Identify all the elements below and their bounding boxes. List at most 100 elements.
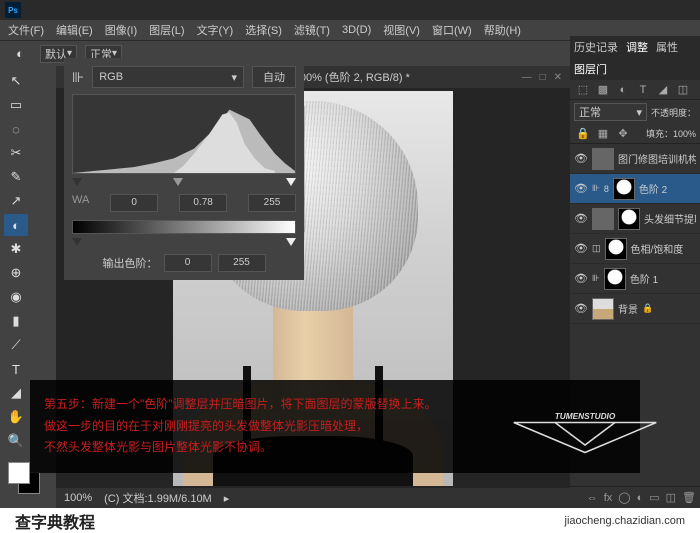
menu-type[interactable]: 文字(Y)	[197, 22, 234, 38]
lock-pixel-icon[interactable]: ▦	[594, 126, 612, 142]
maximize-icon[interactable]: □	[540, 72, 546, 83]
black-point-slider[interactable]	[72, 178, 82, 186]
shape-tool[interactable]: ◢	[4, 382, 28, 404]
output-white-input[interactable]: 255	[218, 254, 266, 272]
layer-row[interactable]: 👁 头发细节提取	[570, 204, 700, 234]
trash-icon[interactable]: 🗑	[682, 491, 696, 504]
adj-icon: ⊪	[592, 273, 600, 284]
black-input[interactable]: 0	[110, 194, 158, 212]
filter-type-icon[interactable]: ⬚	[574, 82, 592, 98]
title-bar: Ps	[0, 0, 700, 20]
visibility-icon[interactable]: 👁	[574, 152, 588, 165]
fx-icon[interactable]: fx	[604, 492, 613, 504]
menu-edit[interactable]: 编辑(E)	[56, 22, 93, 38]
move-tool[interactable]: ↖	[4, 70, 28, 92]
zoom-level[interactable]: 100%	[64, 492, 92, 504]
opacity-label: 不透明度：	[651, 106, 696, 119]
tab-adjust[interactable]: 调整	[626, 39, 648, 55]
link-icon[interactable]: ⇔	[587, 492, 598, 504]
mask-thumb[interactable]	[605, 238, 627, 260]
eraser-tool[interactable]: ◉	[4, 286, 28, 308]
visibility-icon[interactable]: 👁	[574, 302, 588, 315]
layer-row[interactable]: 👁 ◫ 色相/饱和度	[570, 234, 700, 264]
visibility-icon[interactable]: 👁	[574, 212, 588, 225]
foreground-color[interactable]	[8, 462, 30, 484]
filter-smart-icon[interactable]: ◫	[674, 82, 692, 98]
mask-icon[interactable]: ◯	[618, 491, 630, 504]
menu-select[interactable]: 选择(S)	[245, 22, 282, 38]
menu-filter[interactable]: 滤镜(T)	[294, 22, 330, 38]
lock-icon[interactable]: 🔒	[574, 126, 592, 142]
layer-thumb[interactable]	[592, 148, 614, 170]
tab-layers[interactable]: 图层门	[574, 61, 607, 77]
filter-pixel-icon[interactable]: ▩	[594, 82, 612, 98]
white-input[interactable]: 255	[248, 194, 296, 212]
minimize-icon[interactable]: —	[522, 72, 532, 83]
mask-thumb[interactable]	[613, 178, 635, 200]
layer-name[interactable]: 背景	[618, 301, 638, 316]
dodge-tool[interactable]: ◐	[4, 214, 28, 236]
tab-history[interactable]: 历史记录	[574, 39, 618, 55]
visibility-icon[interactable]: 👁	[574, 272, 588, 285]
layer-row[interactable]: 👁 ⊪ 色阶 1	[570, 264, 700, 294]
white-point-slider[interactable]	[286, 178, 296, 186]
new-layer-icon[interactable]: ◫	[666, 491, 676, 504]
group-icon[interactable]: ▭	[649, 491, 659, 504]
menu-layer[interactable]: 图层(L)	[149, 22, 184, 38]
hand-tool[interactable]: ✋	[4, 406, 28, 428]
output-white-slider[interactable]	[286, 238, 296, 246]
output-gradient	[72, 220, 296, 234]
tab-prop[interactable]: 属性	[656, 39, 678, 55]
chevron-right-icon[interactable]: ▸	[224, 492, 230, 505]
output-black-input[interactable]: 0	[164, 254, 212, 272]
doc-info[interactable]: (C) 文档:1.99M/6.10M	[104, 490, 212, 506]
layer-name[interactable]: 色阶 1	[630, 271, 658, 286]
channel-select[interactable]: RGB▾	[92, 66, 244, 88]
eyedropper-tool[interactable]: ✎	[4, 166, 28, 188]
gamma-input[interactable]: 0.78	[179, 194, 227, 212]
close-icon[interactable]: ✕	[554, 72, 562, 83]
layer-name[interactable]: 图门修图培训机构	[618, 151, 696, 166]
menu-window[interactable]: 窗口(W)	[432, 22, 472, 38]
marquee-tool[interactable]: ▭	[4, 94, 28, 116]
layer-row[interactable]: 👁 背景 🔒	[570, 294, 700, 324]
filter-text-icon[interactable]: T	[634, 82, 652, 98]
menu-3d[interactable]: 3D(D)	[342, 24, 371, 36]
gamma-slider[interactable]	[173, 178, 183, 186]
layer-name[interactable]: 色阶 2	[639, 181, 667, 196]
brush-tool[interactable]: ✱	[4, 238, 28, 260]
layer-thumb[interactable]	[592, 208, 614, 230]
menu-help[interactable]: 帮助(H)	[484, 22, 521, 38]
type-tool[interactable]: T	[4, 358, 28, 380]
healing-tool[interactable]: ↗	[4, 190, 28, 212]
adjustment-icon[interactable]: ◐	[637, 492, 644, 504]
mask-thumb[interactable]	[604, 268, 626, 290]
output-sliders[interactable]	[72, 238, 296, 250]
visibility-icon[interactable]: 👁	[574, 242, 588, 255]
filter-shape-icon[interactable]: ◢	[654, 82, 672, 98]
lasso-tool[interactable]: ◌	[4, 118, 28, 140]
output-black-slider[interactable]	[72, 238, 82, 246]
layer-name[interactable]: 色相/饱和度	[631, 241, 684, 256]
stamp-tool[interactable]: ⊕	[4, 262, 28, 284]
menu-view[interactable]: 视图(V)	[383, 22, 420, 38]
menu-image[interactable]: 图像(I)	[105, 22, 137, 38]
layer-row[interactable]: 👁 图门修图培训机构	[570, 144, 700, 174]
zoom-tool[interactable]: 🔍	[4, 430, 28, 452]
link-icon[interactable]: 8	[604, 184, 609, 194]
layer-blend-select[interactable]: 正常▾	[574, 103, 647, 121]
gradient-tool[interactable]: ▮	[4, 310, 28, 332]
visibility-icon[interactable]: 👁	[574, 182, 588, 195]
layer-row[interactable]: 👁 ⊪ 8 色阶 2	[570, 174, 700, 204]
input-sliders[interactable]	[72, 178, 296, 190]
layer-thumb[interactable]	[592, 298, 614, 320]
layer-name[interactable]: 头发细节提取	[644, 211, 696, 226]
lock-pos-icon[interactable]: ✥	[614, 126, 632, 142]
crop-tool[interactable]: ✂	[4, 142, 28, 164]
auto-button[interactable]: 自动	[252, 66, 296, 88]
filter-adj-icon[interactable]: ◐	[614, 82, 632, 98]
menu-file[interactable]: 文件(F)	[8, 22, 44, 38]
pen-tool[interactable]: ⟋	[4, 334, 28, 356]
mask-thumb[interactable]	[618, 208, 640, 230]
blend-row: 正常▾ 不透明度：	[570, 100, 700, 124]
